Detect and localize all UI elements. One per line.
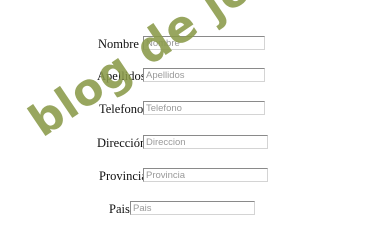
telefono-input[interactable] (143, 101, 265, 115)
provincia-input[interactable] (143, 168, 268, 182)
provincia-label: Provincia (99, 169, 147, 183)
direccion-input[interactable] (143, 135, 268, 149)
direccion-label: Dirección (97, 136, 147, 150)
pais-label: Pais (109, 202, 130, 216)
pais-input[interactable] (130, 201, 255, 215)
